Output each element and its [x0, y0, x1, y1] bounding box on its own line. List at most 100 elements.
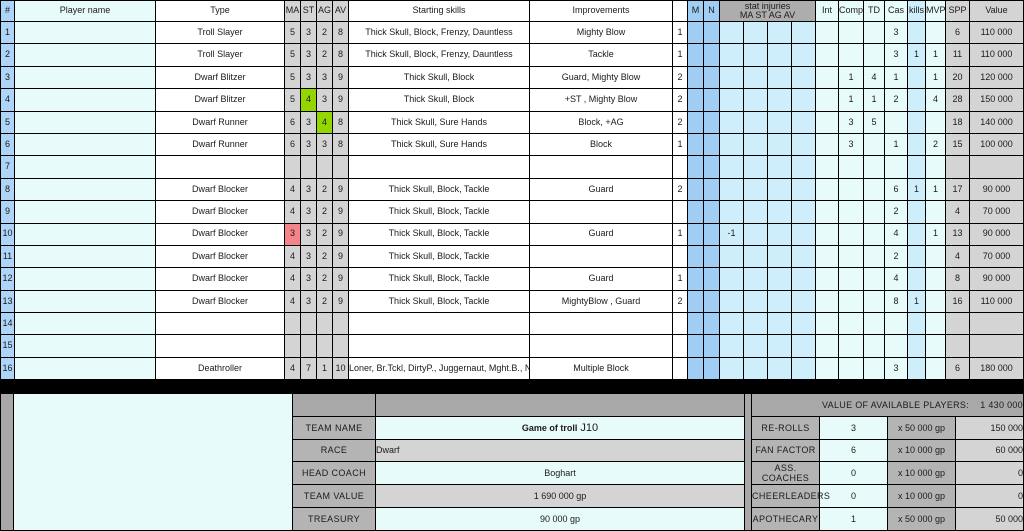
- player-name-input[interactable]: [14, 289, 156, 314]
- kills[interactable]: [907, 356, 926, 381]
- missed-next-game-checkbox[interactable]: [687, 222, 704, 246]
- improvements[interactable]: Multiple Block: [529, 356, 673, 381]
- player-type[interactable]: Dwarf Runner: [155, 132, 285, 157]
- casualties[interactable]: [884, 312, 908, 336]
- player-type[interactable]: Dwarf Blocker: [155, 289, 285, 314]
- stat-ma[interactable]: 6: [284, 132, 301, 157]
- kills[interactable]: [907, 334, 926, 358]
- missed-next-game-checkbox[interactable]: [687, 267, 704, 291]
- stat-ma[interactable]: 5: [284, 88, 301, 112]
- stat-injury-ag[interactable]: [767, 155, 792, 179]
- stat-injury-av[interactable]: [791, 200, 816, 224]
- stat-ma[interactable]: [284, 334, 301, 358]
- stat-injury-st[interactable]: [743, 244, 768, 269]
- niggling-count[interactable]: [672, 312, 688, 336]
- player-name-input[interactable]: [14, 312, 156, 336]
- stat-injury-av[interactable]: [791, 289, 816, 314]
- missed-next-game-checkbox[interactable]: [687, 43, 704, 67]
- stat-injury-st[interactable]: [743, 43, 768, 67]
- stat-ag[interactable]: 2: [316, 200, 333, 224]
- interceptions[interactable]: [815, 334, 839, 358]
- stat-ag[interactable]: 2: [316, 244, 333, 269]
- stat-ag[interactable]: 1: [316, 356, 333, 381]
- niggling-injury-checkbox[interactable]: [703, 65, 720, 90]
- stat-injury-av[interactable]: [791, 20, 816, 45]
- player-name-input[interactable]: [14, 110, 156, 134]
- player-type[interactable]: [155, 312, 285, 336]
- niggling-injury-checkbox[interactable]: [703, 43, 720, 67]
- interceptions[interactable]: [815, 43, 839, 67]
- stat-injury-st[interactable]: [743, 356, 768, 381]
- stat-injury-ma[interactable]: [719, 289, 744, 314]
- stat-ag[interactable]: 4: [316, 110, 333, 134]
- improvements[interactable]: Guard, Mighty Blow: [529, 65, 673, 90]
- kills[interactable]: [907, 20, 926, 45]
- stat-ag[interactable]: 2: [316, 267, 333, 291]
- mvp[interactable]: [925, 356, 946, 381]
- stat-injury-ag[interactable]: [767, 43, 792, 67]
- stat-injury-st[interactable]: [743, 334, 768, 358]
- interceptions[interactable]: [815, 177, 839, 202]
- player-name-input[interactable]: [14, 244, 156, 269]
- stat-injury-ma[interactable]: [719, 312, 744, 336]
- stat-injury-ma[interactable]: [719, 43, 744, 67]
- niggling-injury-checkbox[interactable]: [703, 177, 720, 202]
- improvements[interactable]: Guard: [529, 177, 673, 202]
- completions[interactable]: [838, 312, 864, 336]
- mvp[interactable]: 2: [925, 132, 946, 157]
- team-name-value[interactable]: Game of troll J10: [375, 415, 745, 440]
- completions[interactable]: 1: [838, 88, 864, 112]
- stat-injury-st[interactable]: [743, 222, 768, 246]
- stat-injury-ag[interactable]: [767, 88, 792, 112]
- stat-injury-ma[interactable]: [719, 244, 744, 269]
- stat-injury-ma[interactable]: [719, 20, 744, 45]
- niggling-injury-checkbox[interactable]: [703, 334, 720, 358]
- stat-av[interactable]: 9: [332, 244, 349, 269]
- stat-st[interactable]: 4: [300, 88, 317, 112]
- improvements[interactable]: MightyBlow , Guard: [529, 289, 673, 314]
- stat-injury-av[interactable]: [791, 267, 816, 291]
- kills[interactable]: [907, 200, 926, 224]
- stat-av[interactable]: 8: [332, 43, 349, 67]
- stat-injury-st[interactable]: [743, 312, 768, 336]
- niggling-injury-checkbox[interactable]: [703, 155, 720, 179]
- stat-av[interactable]: [332, 312, 349, 336]
- player-type[interactable]: Dwarf Blocker: [155, 244, 285, 269]
- casualties[interactable]: 2: [884, 200, 908, 224]
- touchdowns[interactable]: [863, 267, 885, 291]
- stat-ma[interactable]: 5: [284, 65, 301, 90]
- kills[interactable]: 1: [907, 177, 926, 202]
- interceptions[interactable]: [815, 267, 839, 291]
- casualties[interactable]: 3: [884, 356, 908, 381]
- improvements[interactable]: [529, 312, 673, 336]
- niggling-injury-checkbox[interactable]: [703, 110, 720, 134]
- mvp[interactable]: 1: [925, 65, 946, 90]
- missed-next-game-checkbox[interactable]: [687, 65, 704, 90]
- casualties[interactable]: 2: [884, 88, 908, 112]
- stat-av[interactable]: [332, 155, 349, 179]
- niggling-count[interactable]: [672, 334, 688, 358]
- kills[interactable]: [907, 155, 926, 179]
- casualties[interactable]: 6: [884, 177, 908, 202]
- stat-injury-st[interactable]: [743, 155, 768, 179]
- stat-injury-ma[interactable]: [719, 110, 744, 134]
- treasury-amount[interactable]: 90 000 gp: [375, 506, 745, 531]
- completions[interactable]: [838, 200, 864, 224]
- completions[interactable]: 1: [838, 65, 864, 90]
- niggling-injury-checkbox[interactable]: [703, 132, 720, 157]
- missed-next-game-checkbox[interactable]: [687, 177, 704, 202]
- interceptions[interactable]: [815, 155, 839, 179]
- player-name-input[interactable]: [14, 334, 156, 358]
- mvp[interactable]: [925, 155, 946, 179]
- improvements[interactable]: [529, 244, 673, 269]
- interceptions[interactable]: [815, 200, 839, 224]
- kills[interactable]: [907, 312, 926, 336]
- stat-injury-ma[interactable]: [719, 132, 744, 157]
- race-value[interactable]: Dwarf: [375, 438, 745, 463]
- niggling-injury-checkbox[interactable]: [703, 312, 720, 336]
- missed-next-game-checkbox[interactable]: [687, 334, 704, 358]
- stat-injury-ag[interactable]: [767, 65, 792, 90]
- stat-injury-ag[interactable]: [767, 177, 792, 202]
- niggling-injury-checkbox[interactable]: [703, 244, 720, 269]
- stat-injury-ag[interactable]: [767, 334, 792, 358]
